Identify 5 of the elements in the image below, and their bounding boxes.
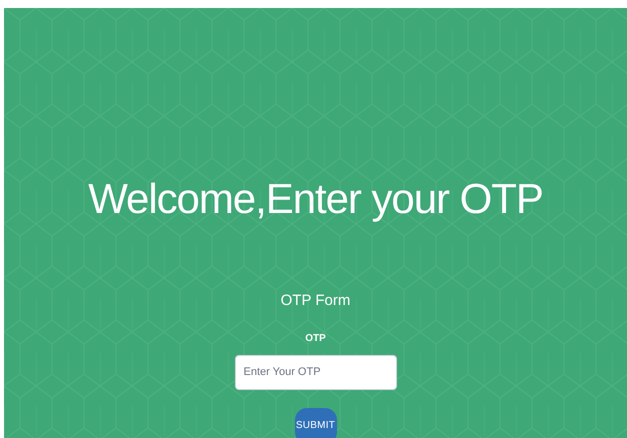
field-label: OTP xyxy=(305,332,326,346)
otp-input-field[interactable]: Enter Your OTP xyxy=(234,354,396,390)
page-heading: Welcome,Enter your OTP xyxy=(88,178,543,220)
form-title: OTP Form xyxy=(280,291,350,311)
submit-button[interactable]: SUBMIT xyxy=(294,408,336,438)
